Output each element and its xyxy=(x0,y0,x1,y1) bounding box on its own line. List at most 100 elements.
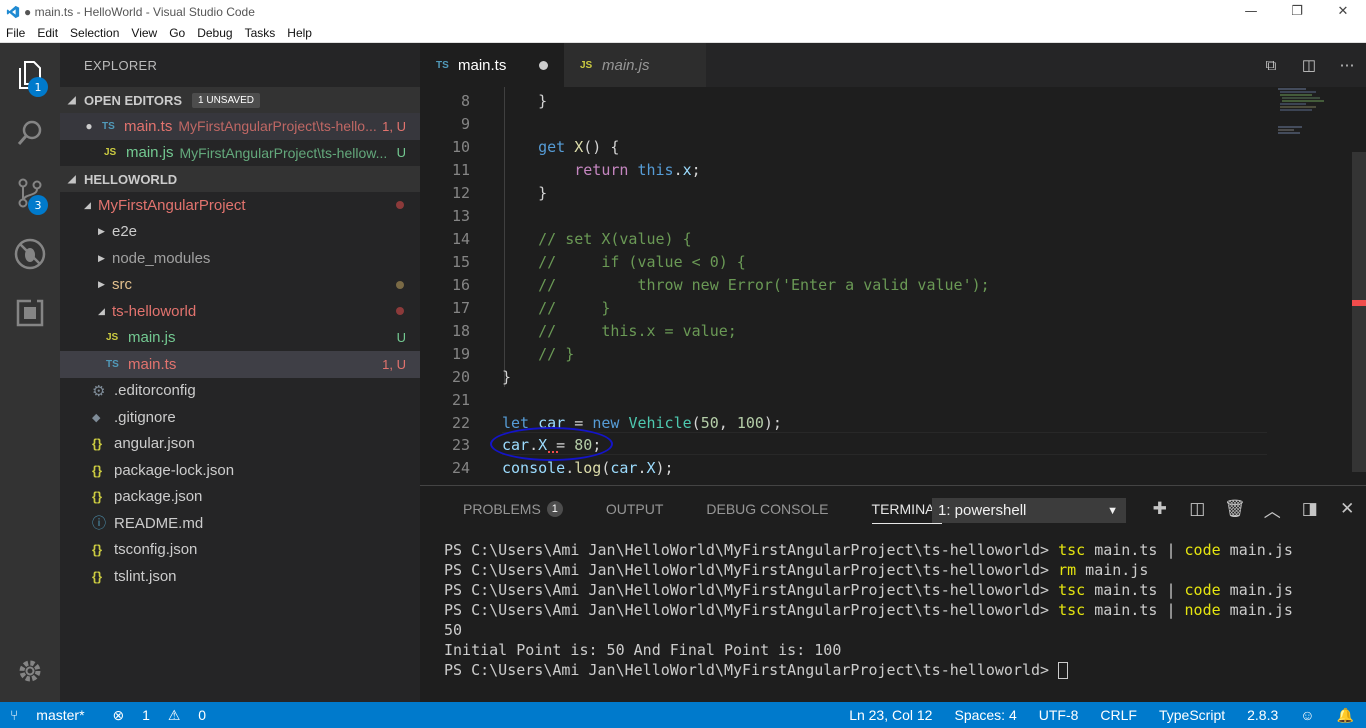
terminal-args: main.ts | xyxy=(1085,581,1185,599)
code-line: 20} xyxy=(420,365,1280,388)
split-terminal-icon[interactable]: ◫ xyxy=(1179,494,1217,524)
line-number: 24 xyxy=(451,458,470,477)
tab-problems[interactable]: PROBLEMS 1 xyxy=(463,486,563,532)
menu-view[interactable]: View xyxy=(125,26,163,40)
annotation-circle xyxy=(490,427,613,461)
tab-output[interactable]: OUTPUT xyxy=(606,486,664,532)
unsaved-dot-icon[interactable] xyxy=(539,60,548,70)
open-editor-main-js[interactable]: JS main.js MyFirstAngularProject\ts-hell… xyxy=(60,140,420,167)
tree-folder-project[interactable]: ◢ MyFirstAngularProject xyxy=(60,192,420,219)
problems-status[interactable]: ⊗ 1 ⚠ 0 xyxy=(113,707,221,724)
code-text: // throw new Error('Enter a valid value'… xyxy=(502,275,990,294)
explorer-activity[interactable]: 1 xyxy=(0,47,60,103)
chevron-down-icon: ▼ xyxy=(1107,504,1118,517)
tree-folder-ts-helloworld[interactable]: ◢ ts-helloworld xyxy=(60,298,420,325)
tree-file-package-json[interactable]: {} package.json xyxy=(60,484,420,511)
ts-version[interactable]: 2.8.3 xyxy=(1247,707,1278,723)
split-editor-icon[interactable]: ◫ xyxy=(1290,56,1328,74)
terminal-line: PS C:\Users\Ami Jan\HelloWorld\MyFirstAn… xyxy=(444,660,1293,680)
code-line: 8 } xyxy=(420,89,1280,112)
new-terminal-icon[interactable]: ✚ xyxy=(1141,494,1179,524)
tree-folder-node-modules[interactable]: ▶ node_modules xyxy=(60,245,420,272)
menu-debug[interactable]: Debug xyxy=(191,26,238,40)
search-activity[interactable] xyxy=(0,105,60,161)
terminal-select[interactable]: 1: powershell ▼ xyxy=(932,498,1126,523)
branch-status[interactable]: ⑂ master* xyxy=(10,707,99,723)
line-number: 8 xyxy=(460,91,470,110)
open-editor-main-ts[interactable]: ● TS main.ts MyFirstAngularProject\ts-he… xyxy=(60,113,420,140)
tree-folder-src[interactable]: ▶ src xyxy=(60,272,420,299)
language-mode[interactable]: TypeScript xyxy=(1159,707,1225,723)
tab-main-ts[interactable]: TS main.ts xyxy=(420,43,564,87)
git-diamond-icon: ◆ xyxy=(92,411,101,424)
javascript-file-icon: JS xyxy=(580,59,593,71)
close-panel-icon[interactable]: ✕ xyxy=(1329,494,1366,524)
modified-dot-icon xyxy=(396,201,404,210)
menu-tasks[interactable]: Tasks xyxy=(239,26,282,40)
tree-file-tslint[interactable]: {} tslint.json xyxy=(60,563,420,590)
file-label: package.json xyxy=(114,488,203,506)
cursor-position[interactable]: Ln 23, Col 12 xyxy=(849,707,932,723)
code-text: // if (value < 0) { xyxy=(502,252,746,271)
tree-file-main-ts[interactable]: TS main.ts 1, U xyxy=(60,351,420,378)
line-ending[interactable]: CRLF xyxy=(1100,707,1137,723)
status-bar: ⑂ master* ⊗ 1 ⚠ 0 Ln 23, Col 12 Spaces: … xyxy=(0,702,1366,728)
editor-scrollbar[interactable] xyxy=(1352,152,1366,472)
tree-file-angular-json[interactable]: {} angular.json xyxy=(60,431,420,458)
tree-folder-e2e[interactable]: ▶ e2e xyxy=(60,219,420,246)
tab-debug-console[interactable]: DEBUG CONSOLE xyxy=(706,486,828,532)
indentation[interactable]: Spaces: 4 xyxy=(954,707,1016,723)
menu-help[interactable]: Help xyxy=(281,26,318,40)
notifications-bell-icon[interactable]: 🔔 xyxy=(1337,707,1354,724)
trash-icon[interactable]: 🗑 xyxy=(1216,494,1254,524)
code-text: // } xyxy=(502,344,575,363)
tree-file-gitignore[interactable]: ◆ .gitignore xyxy=(60,404,420,431)
maximize-panel-icon[interactable]: ︿ xyxy=(1254,494,1292,524)
code-line: 16 // throw new Error('Enter a valid val… xyxy=(420,273,1280,296)
open-editor-status: U xyxy=(396,145,406,161)
debug-activity[interactable] xyxy=(0,226,60,282)
warning-count: 0 xyxy=(198,706,207,723)
code-line: 17 // } xyxy=(420,296,1280,319)
menu-go[interactable]: Go xyxy=(163,26,191,40)
encoding[interactable]: UTF-8 xyxy=(1039,707,1079,723)
file-label: README.md xyxy=(114,514,204,532)
tree-file-package-lock-json[interactable]: {} package-lock.json xyxy=(60,457,420,484)
editor-tabs: TS main.ts JS main.js ⧉ ◫ ⋯ xyxy=(420,43,1366,87)
source-control-activity[interactable]: 3 xyxy=(0,165,60,221)
file-label: .editorconfig xyxy=(114,382,196,400)
tree-file-tsconfig[interactable]: {} tsconfig.json xyxy=(60,537,420,564)
terminal-args: main.js xyxy=(1220,601,1293,619)
terminal-output[interactable]: PS C:\Users\Ami Jan\HelloWorld\MyFirstAn… xyxy=(444,540,1293,680)
tree-file-readme[interactable]: ⓘ README.md xyxy=(60,510,420,537)
code-editor[interactable]: 8 } 9 10 get X() { 11 return this.x; 12 … xyxy=(420,87,1366,485)
tree-file-editorconfig[interactable]: ⚙ .editorconfig xyxy=(60,378,420,405)
close-window-button[interactable]: ✕ xyxy=(1320,0,1366,23)
bottom-panel: PROBLEMS 1 OUTPUT DEBUG CONSOLE TERMINAL… xyxy=(420,485,1366,702)
menu-file[interactable]: File xyxy=(0,26,31,40)
more-actions-icon[interactable]: ⋯ xyxy=(1328,56,1366,74)
minimap[interactable] xyxy=(1276,87,1336,147)
settings-activity[interactable] xyxy=(0,643,60,699)
restore-button[interactable]: ❐ xyxy=(1274,0,1320,23)
toggle-panel-position-icon[interactable]: ◨ xyxy=(1291,494,1329,524)
menu-selection[interactable]: Selection xyxy=(64,26,125,40)
json-braces-icon: {} xyxy=(92,568,103,584)
menu-edit[interactable]: Edit xyxy=(31,26,64,40)
terminal-command: code xyxy=(1184,541,1221,559)
modified-dot-icon xyxy=(396,280,404,289)
open-editors-header[interactable]: ◢ OPEN EDITORS 1 UNSAVED xyxy=(60,87,420,113)
workspace-header[interactable]: ◢ HELLOWORLD xyxy=(60,166,420,192)
code-text: // set X(value) { xyxy=(502,229,692,248)
title-bar: ● main.ts - HelloWorld - Visual Studio C… xyxy=(0,0,1366,23)
line-number: 19 xyxy=(451,344,470,363)
minimize-button[interactable]: — xyxy=(1228,0,1274,23)
open-preview-icon[interactable]: ⧉ xyxy=(1252,57,1290,74)
json-braces-icon: {} xyxy=(92,436,103,452)
tree-file-main-js[interactable]: JS main.js U xyxy=(60,325,420,352)
feedback-smiley-icon[interactable]: ☺ xyxy=(1300,707,1314,723)
tab-main-js[interactable]: JS main.js xyxy=(564,43,706,87)
code-line: 15 // if (value < 0) { xyxy=(420,250,1280,273)
terminal-args: main.js xyxy=(1220,581,1293,599)
extensions-activity[interactable] xyxy=(0,285,60,341)
